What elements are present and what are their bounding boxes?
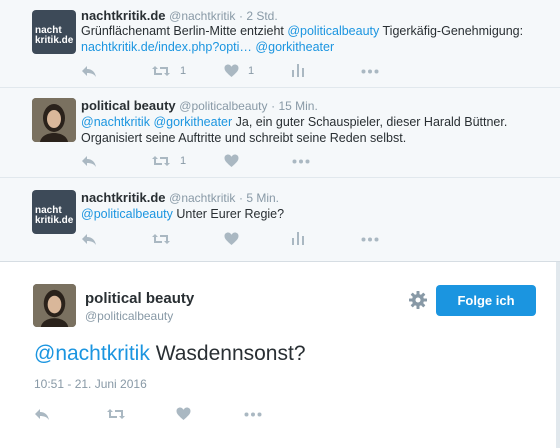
retweet-button[interactable]: [106, 407, 126, 421]
author-name[interactable]: nachtkritik.de: [81, 190, 166, 205]
tweet-text-part: Unter Eurer Regie?: [172, 207, 285, 221]
retweet-count: 1: [180, 155, 187, 167]
tweet-text-part: Wasdennsonst?: [149, 342, 306, 365]
tweet-text-part: Tigerkäfig-Genehmigung:: [379, 24, 524, 38]
retweet-icon: [152, 234, 170, 244]
more-icon: [361, 237, 379, 242]
avatar[interactable]: [32, 98, 76, 142]
tweet-text: @nachtkritik Wasdennsonst?: [34, 342, 306, 366]
author-handle[interactable]: @nachtkritik: [169, 9, 235, 23]
reply-button[interactable]: [81, 64, 97, 78]
retweet-icon: [107, 409, 125, 419]
author-name[interactable]: political beauty: [85, 290, 194, 307]
like-icon: [176, 407, 191, 420]
more-icon: [361, 69, 379, 74]
analytics-button[interactable]: [292, 232, 304, 245]
reply-icon: [82, 156, 96, 167]
more-button[interactable]: [361, 237, 379, 242]
like-button[interactable]: 1: [224, 64, 254, 78]
retweet-icon: [152, 66, 170, 76]
gear-icon: [409, 291, 427, 309]
mention-link[interactable]: @nachtkritik: [81, 115, 150, 129]
tweet[interactable]: nacht kritik.de nachtkritik.de @nachtkri…: [0, 178, 560, 262]
tweet-text-part: Grünflächenamt Berlin-Mitte entzieht: [81, 24, 288, 38]
user-actions-button[interactable]: [408, 290, 428, 310]
author-handle[interactable]: @nachtkritik: [169, 191, 235, 205]
author-handle[interactable]: @politicalbeauty: [179, 99, 267, 113]
reply-icon: [35, 409, 49, 420]
more-icon: [292, 159, 310, 164]
scrollbar[interactable]: [556, 262, 560, 448]
mention-link[interactable]: @gorkitheater: [255, 40, 334, 54]
author-name[interactable]: nachtkritik.de: [81, 8, 166, 23]
tweet-actions: 1 1: [81, 64, 401, 80]
retweet-button[interactable]: 1: [151, 154, 186, 168]
profile-photo-icon: [32, 98, 76, 142]
author-name[interactable]: political beauty: [81, 98, 176, 113]
avatar[interactable]: [33, 284, 76, 327]
tweet-timestamp[interactable]: 10:51 - 21. Juni 2016: [34, 377, 147, 391]
tweet-actions: [34, 404, 354, 424]
follow-button[interactable]: Folge ich: [436, 285, 536, 316]
reply-button[interactable]: [34, 407, 50, 421]
tweet-actions: [81, 232, 401, 248]
mention-link[interactable]: @politicalbeauty: [287, 24, 379, 38]
tweet-time[interactable]: · 5 Min.: [239, 191, 279, 205]
tweet[interactable]: nacht kritik.de nachtkritik.de @nachtkri…: [0, 0, 560, 88]
like-button[interactable]: [224, 232, 239, 246]
avatar-text: kritik.de: [35, 215, 74, 226]
avatar-text: kritik.de: [35, 35, 74, 46]
avatar[interactable]: nacht kritik.de: [32, 10, 76, 54]
profile-photo-icon: [33, 284, 76, 327]
more-button[interactable]: [292, 159, 310, 164]
retweet-icon: [152, 156, 170, 166]
like-button[interactable]: [224, 154, 239, 168]
reply-icon: [82, 234, 96, 245]
tweet-text-part: Organisiert seine Auftritte und schreibt…: [81, 131, 407, 145]
url-link[interactable]: nachtkritik.de/index.php?opti…: [81, 40, 252, 54]
tweet-time[interactable]: · 15 Min.: [271, 99, 318, 113]
retweet-button[interactable]: 1: [151, 64, 186, 78]
retweet-count: 1: [180, 65, 187, 77]
analytics-icon: [292, 64, 304, 77]
like-icon: [224, 64, 239, 77]
mention-link[interactable]: @politicalbeauty: [81, 207, 173, 221]
more-icon: [244, 412, 262, 417]
reply-button[interactable]: [81, 232, 97, 246]
reply-button[interactable]: [81, 154, 97, 168]
reply-icon: [82, 66, 96, 77]
mention-link[interactable]: @nachtkritik: [34, 342, 150, 365]
tweet-text: @nachtkritik @gorkitheater Ja, ein guter…: [81, 114, 541, 146]
author-handle[interactable]: @politicalbeauty: [85, 309, 173, 323]
analytics-icon: [292, 232, 304, 245]
avatar[interactable]: nacht kritik.de: [32, 190, 76, 234]
tweet[interactable]: political beauty @politicalbeauty · 15 M…: [0, 88, 560, 178]
tweet-text: Grünflächenamt Berlin-Mitte entzieht @po…: [81, 23, 541, 55]
tweet-actions: 1: [81, 154, 401, 170]
like-button[interactable]: [176, 407, 191, 421]
tweet-text-part: Ja, ein guter Schauspieler, dieser Haral…: [232, 115, 508, 129]
tweet-time[interactable]: · 2 Std.: [239, 9, 278, 23]
mention-link[interactable]: @gorkitheater: [153, 115, 232, 129]
retweet-button[interactable]: [151, 232, 171, 246]
conversation-thread: nacht kritik.de nachtkritik.de @nachtkri…: [0, 0, 560, 262]
like-icon: [224, 232, 239, 245]
more-button[interactable]: [244, 412, 262, 417]
like-icon: [224, 154, 239, 167]
tweet-text: @politicalbeauty Unter Eurer Regie?: [81, 206, 541, 222]
like-count: 1: [248, 65, 255, 77]
analytics-button[interactable]: [292, 64, 304, 77]
more-button[interactable]: [361, 69, 379, 74]
